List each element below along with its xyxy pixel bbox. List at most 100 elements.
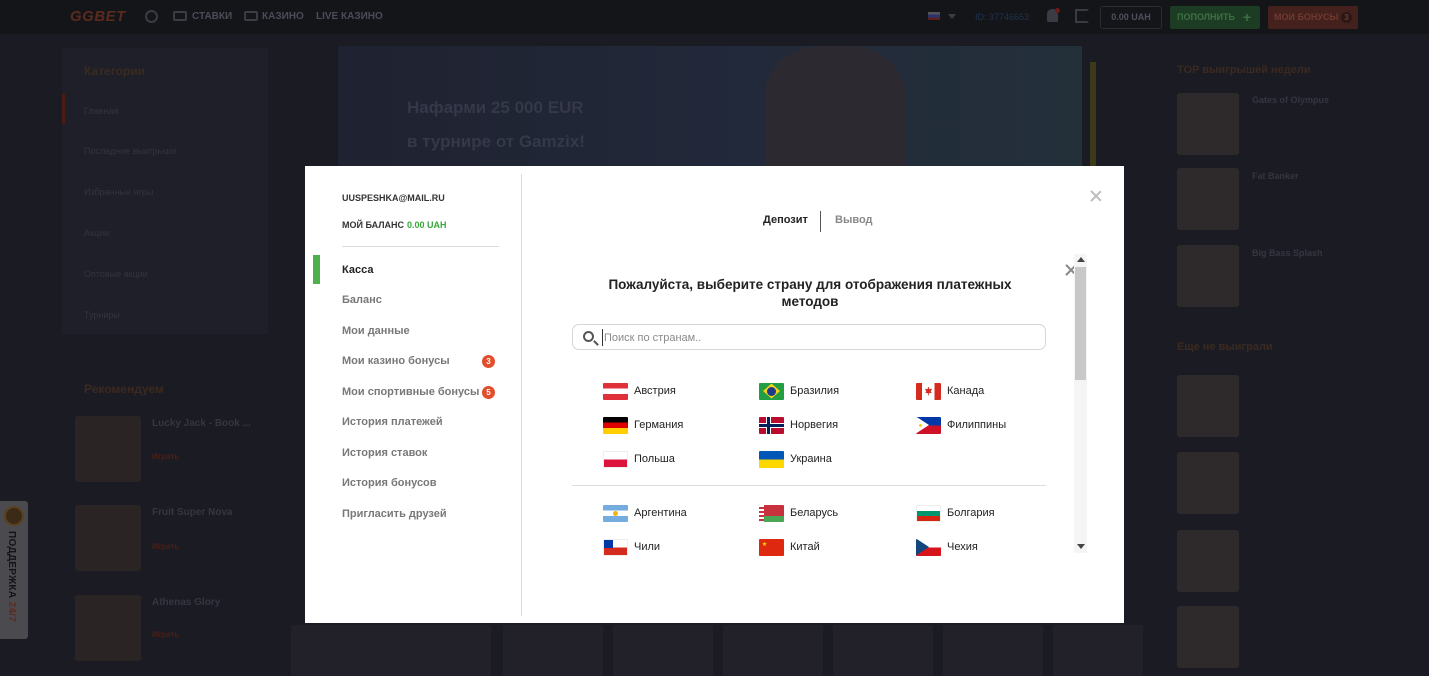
country-search[interactable] [572, 324, 1046, 350]
country-search-input[interactable] [602, 329, 1032, 346]
country-argentina[interactable]: Аргентина [603, 503, 687, 523]
country-group-divider [572, 485, 1046, 486]
game-title: Gates of Olympus [1252, 95, 1330, 105]
user-id: ID: 37746653 [975, 12, 1030, 22]
game-tile-row[interactable] [291, 625, 491, 676]
tab-withdraw[interactable]: Вывод [835, 214, 873, 226]
country-name: Польша [634, 453, 675, 465]
game-tile-row[interactable] [1053, 625, 1143, 676]
menu-item-my-data[interactable]: Мои данные [342, 325, 410, 337]
menu-item-bonus-history[interactable]: История бонусов [342, 477, 437, 489]
game-tile-row[interactable] [503, 625, 603, 676]
nav-bets[interactable]: СТАВКИ [192, 11, 232, 22]
my-bonuses-button[interactable]: МОИ БОНУСЫ 3 [1268, 6, 1358, 29]
country-philippines[interactable]: Филиппины [916, 415, 1006, 435]
nav-casino[interactable]: КАЗИНО [262, 11, 304, 22]
country-ukraine[interactable]: Украина [759, 449, 832, 469]
modal-divider [521, 174, 522, 616]
banner-line2: в турнире от Gamzix! [407, 132, 585, 151]
my-bonuses-label: МОИ БОНУСЫ [1274, 12, 1339, 22]
header-balance: 0.00 UAH [1100, 6, 1162, 29]
sidebar-item-last-wins[interactable]: Последние выигрыши [84, 146, 176, 156]
ukraine-flag-icon [759, 450, 784, 468]
country-poland[interactable]: Польша [603, 449, 675, 469]
search-icon [583, 331, 594, 342]
chevron-down-icon[interactable] [948, 14, 956, 19]
scroll-down-arrow-icon[interactable] [1077, 544, 1085, 549]
game-thumbnail[interactable] [75, 505, 141, 571]
scrollbar-thumb[interactable] [1075, 267, 1086, 380]
casino-icon [244, 11, 258, 21]
menu-item-payment-history[interactable]: История платежей [342, 416, 443, 428]
game-thumbnail[interactable] [1177, 245, 1239, 307]
game-thumbnail[interactable] [1177, 375, 1239, 437]
country-chile[interactable]: Чили [603, 537, 660, 557]
game-thumbnail[interactable] [75, 595, 141, 661]
close-icon[interactable] [1089, 189, 1103, 203]
country-canada[interactable]: Канада [916, 381, 984, 401]
esports-icon[interactable] [145, 10, 158, 23]
balance-label: МОЙ БАЛАНС [342, 220, 405, 230]
support-tab[interactable]: ПОДДЕРЖКА 24/7 [0, 501, 28, 639]
menu-item-invite-friends[interactable]: Пригласить друзей [342, 508, 447, 520]
bonuses-count-badge: 3 [1341, 12, 1352, 23]
menu-item-casino-bonuses[interactable]: Мои казино бонусы [342, 355, 450, 367]
game-thumbnail[interactable] [1177, 168, 1239, 230]
tab-separator [820, 211, 821, 232]
game-play-link[interactable]: Играть [152, 630, 179, 639]
sidebar-item-tournaments[interactable]: Турниры [84, 310, 120, 320]
language-flag-icon[interactable] [928, 12, 940, 20]
menu-item-cashier[interactable]: Касса [342, 264, 373, 276]
deposit-button[interactable]: ПОПОЛНИТЬ + [1170, 6, 1260, 29]
country-name: Болгария [947, 507, 995, 519]
country-brazil[interactable]: Бразилия [759, 381, 839, 401]
country-germany[interactable]: Германия [603, 415, 683, 435]
game-thumbnail[interactable] [1177, 530, 1239, 592]
menu-item-balance[interactable]: Баланс [342, 294, 382, 306]
country-czechia[interactable]: Чехия [916, 537, 978, 557]
country-norway[interactable]: Норвегия [759, 415, 838, 435]
country-bulgaria[interactable]: Болгария [916, 503, 995, 523]
ggbet-logo[interactable]: GGBET [70, 8, 126, 25]
game-tile-row[interactable] [723, 625, 823, 676]
scroll-up-arrow-icon[interactable] [1077, 257, 1085, 262]
sidebar-item-favorites[interactable]: Избранные игры [84, 187, 153, 197]
game-tile-row[interactable] [613, 625, 713, 676]
logout-icon[interactable] [1075, 9, 1089, 23]
game-thumbnail[interactable] [1177, 606, 1239, 668]
country-name: Бразилия [790, 385, 840, 397]
right-second-heading: Еще не выиграли [1177, 341, 1273, 353]
game-tile-row[interactable] [833, 625, 933, 676]
support-247: 24/7 [6, 601, 17, 623]
game-thumbnail[interactable] [1177, 452, 1239, 514]
sidebar-item-bulk-promos[interactable]: Оптовые акции [84, 269, 148, 279]
austria-flag-icon [603, 382, 628, 400]
country-china[interactable]: Китай [759, 537, 820, 557]
china-flag-icon [759, 538, 784, 556]
game-play-link[interactable]: Играть [152, 452, 179, 461]
support-chat-icon [4, 506, 24, 526]
game-title: Big Bass Splash [1252, 248, 1323, 258]
country-austria[interactable]: Австрия [603, 381, 676, 401]
recommended-heading: Рекомендуем [84, 382, 164, 396]
germany-flag-icon [603, 416, 628, 434]
tab-deposit[interactable]: Депозит [763, 214, 808, 226]
deposit-button-label: ПОПОЛНИТЬ [1177, 12, 1235, 22]
menu-item-sport-bonuses[interactable]: Мои спортивные бонусы [342, 386, 479, 398]
menu-item-bet-history[interactable]: История ставок [342, 447, 427, 459]
sidebar-item-promos[interactable]: Акции [84, 228, 109, 238]
game-tile-row[interactable] [943, 625, 1043, 676]
game-thumbnail[interactable] [1177, 93, 1239, 155]
user-email: UUSPESHKA@MAIL.RU [342, 193, 445, 203]
czechia-flag-icon [916, 538, 941, 556]
game-play-link[interactable]: Играть [152, 542, 179, 551]
divider [342, 246, 499, 247]
game-thumbnail[interactable] [75, 416, 141, 482]
country-belarus[interactable]: Беларусь [759, 503, 838, 523]
casino-bonuses-badge: 3 [482, 355, 495, 368]
country-name: Филиппины [947, 419, 1007, 431]
sidebar-active-marker [62, 94, 65, 124]
nav-live-casino[interactable]: LIVE КАЗИНО [316, 11, 383, 22]
sidebar-item-home[interactable]: Главная [84, 106, 118, 116]
support-label: ПОДДЕРЖКА 24/7 [6, 531, 17, 622]
